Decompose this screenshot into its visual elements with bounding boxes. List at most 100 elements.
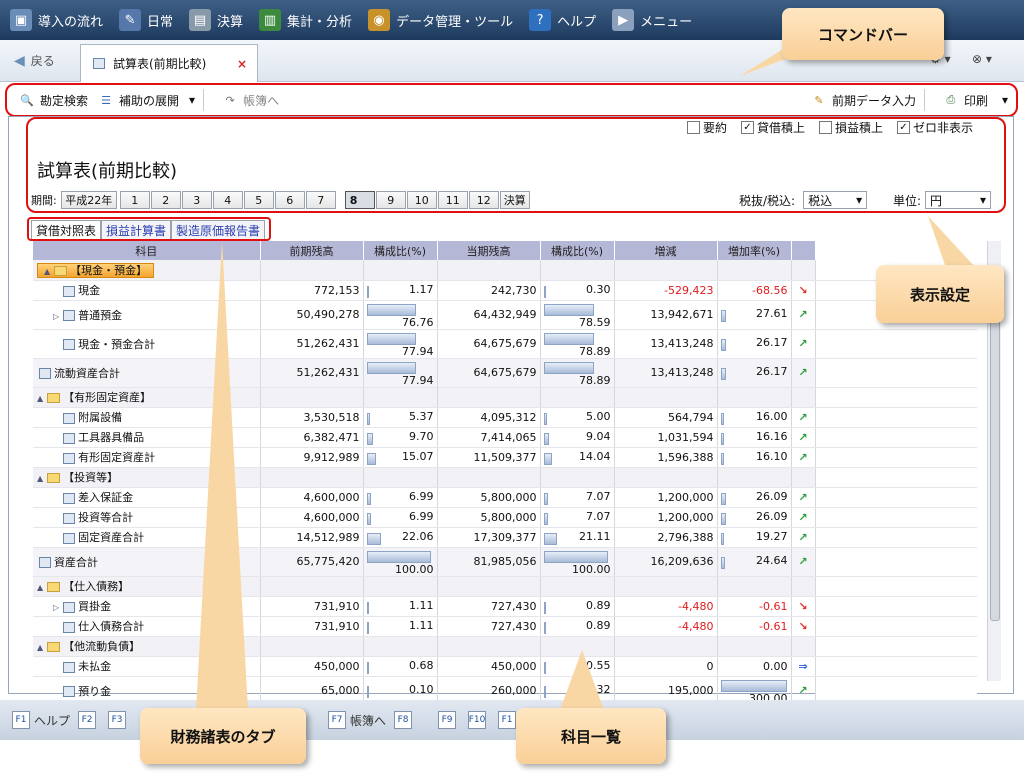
checkbox-icon [686,121,700,134]
ratio-value: 22.06 [402,529,434,543]
table-row[interactable]: ▲差入保証金 4,600,000 6.995,800,000 7.071,200,00… [33,487,977,508]
statement-tab-2[interactable]: 製造原価報告書 [171,220,266,240]
expand-toggle-icon[interactable]: ▲ [37,474,43,483]
table-row[interactable]: ▲有形固定資産計 9,912,989 15.0711,509,377 14.041,5… [33,447,977,468]
table-row[interactable]: ▲ 【仕入債務】 [33,576,977,597]
prev-ratio-cell: 9.70 [363,427,438,448]
period-month-button[interactable]: 12 [468,191,499,209]
ratio-bar [543,661,546,674]
menu-item-1[interactable]: ✎ 日常 [119,0,173,40]
function-key-5[interactable]: F9 [438,711,460,729]
period-month-button[interactable]: 2 [150,191,181,209]
account-name-cell: ▲ 【現金・預金】 [33,260,261,281]
prev-data-input-button[interactable]: ✎ 前期データ入力 [811,92,916,109]
statement-tab-1[interactable]: 損益計算書 [101,220,172,240]
growth-rate-value: 27.61 [756,307,788,320]
period-month-button[interactable]: 7 [305,191,336,209]
table-row[interactable]: ▲ 【投資等】 [33,467,977,488]
table-row[interactable]: ▲ 【有形固定資産】 [33,387,977,408]
option-checkbox-3[interactable]: ✓ ゼロ非表示 [896,119,973,136]
period-selector: 期間: 平成22年 1 2 3 4 5 6 7 8 9 10 11 12 決算 [31,191,531,209]
option-checkbox-0[interactable]: 要約 [686,119,727,136]
menu-item-label: 集計・分析 [287,14,353,30]
menu-item-4[interactable]: ◉ データ管理・ツール [368,0,513,40]
period-month-button[interactable]: 4 [212,191,243,209]
ledger-button[interactable]: ↷ 帳簿へ [222,92,279,109]
scrollbar-thumb[interactable] [990,291,1000,621]
statement-tab-0[interactable]: 貸借対照表 [31,220,102,240]
menu-item-0[interactable]: ▣ 導入の流れ [10,0,103,40]
table-row[interactable]: ▲附属設備 3,530,518 5.374,095,312 5.00564,794 16… [33,407,977,428]
menu-item-label: 決算 [217,14,244,30]
current-balance-cell: 5,800,000 [437,487,541,508]
expand-toggle-icon[interactable]: ▷ [53,312,59,321]
period-month-button[interactable]: 8 [344,191,375,209]
period-month-button[interactable]: 6 [274,191,305,209]
close-icon[interactable]: × [237,57,247,71]
function-key-4[interactable]: F8 [394,711,416,729]
period-month-button[interactable]: 3 [181,191,212,209]
function-key-3[interactable]: F7 帳簿へ [328,711,386,729]
table-row[interactable]: ▷ 普通預金 50,490,278 76.76 64,432,949 78.59 13,94… [33,300,977,330]
table-row[interactable]: ▲現金・預金合計 51,262,431 77.9464,675,679 78.8913… [33,329,977,359]
function-key-6[interactable]: F10 [468,711,490,729]
unit-select[interactable]: 円 ▾ [925,191,992,209]
table-row[interactable]: ▲ 【現金・預金】 [33,260,977,281]
function-key-0[interactable]: F1 ヘルプ [12,711,70,729]
function-key-badge: F8 [394,711,413,729]
current-balance-cell: 5,800,000 [437,507,541,528]
option-checkbox-1[interactable]: ✓ 貸借積上 [740,119,805,136]
tax-label: 税抜/税込: [739,193,796,208]
menu-item-2[interactable]: ▤ 決算 [189,0,243,40]
function-key-2[interactable]: F3 [108,711,130,729]
expand-toggle-icon[interactable]: ▲ [44,267,50,276]
function-key-1[interactable]: F2 [78,711,100,729]
period-month-button[interactable]: 9 [375,191,406,209]
account-name: 流動資産合計 [54,366,120,380]
document-tab[interactable]: 試算表(前期比較) × [80,44,258,82]
table-row[interactable]: ▲固定資産合計 14,512,989 22.0617,309,377 21.112,7… [33,527,977,548]
ratio-bar [366,303,416,316]
tax-select[interactable]: 税込 ▾ [803,191,868,209]
growth-bar [720,310,727,322]
column-header: 増加率(%) [717,241,792,260]
menu-item-6[interactable]: ▶ メニュー [612,0,692,40]
ratio-bar [366,686,369,698]
period-month-button[interactable]: 11 [437,191,468,209]
table-row[interactable]: ▷ 買掛金 731,910 1.11 727,430 0.89 -4,480 -0.61 ↘ [33,596,977,617]
print-button[interactable]: ⎙ 印刷 ▾ [943,92,1008,109]
expand-toggle-icon[interactable]: ▲ [37,583,43,592]
option-label: 要約 [702,121,727,135]
prev-ratio-cell: 1.11 [363,596,438,617]
table-row[interactable]: 流動資産合計 51,262,431 77.94 64,675,679 78.89 13,4… [33,358,977,388]
menu-item-5[interactable]: ? ヘルプ [529,0,596,40]
period-month-button[interactable]: 決算 [499,191,530,209]
difference-cell: 2,796,388 [614,527,718,548]
expand-toggle-icon[interactable]: ▲ [37,394,43,403]
option-checkbox-2[interactable]: 損益積上 [818,119,883,136]
pencil-icon: ✎ [119,9,142,31]
period-month-button[interactable]: 1 [119,191,150,209]
print-label: 印刷 [963,93,988,108]
close-window-dropdown-icon[interactable]: ⊗ ▾ [972,52,992,66]
period-month-button[interactable]: 5 [243,191,274,209]
period-month-button[interactable]: 10 [406,191,437,209]
table-row[interactable]: ▲未払金450,0000.68450,0000.5500.00⇒ [33,656,977,677]
growth-rate-value: 24.64 [756,554,788,567]
expand-subaccount-button[interactable]: ☰ 補助の展開 ▾ [98,92,195,109]
growth-bar [720,532,725,545]
account-search-button[interactable]: 🔍 勘定検索 [19,92,88,109]
table-row[interactable]: ▲現金 772,153 1.17242,730 0.30-529,423 -68.56↘ [33,280,977,301]
expand-toggle-icon[interactable]: ▲ [37,643,43,652]
table-row[interactable]: 資産合計 65,775,420 100.00 81,985,056 100.00 16,2… [33,547,977,577]
menu-item-3[interactable]: ▥ 集計・分析 [259,0,352,40]
back-button[interactable]: ◀ 戻る [14,52,55,69]
expand-toggle-icon[interactable]: ▷ [53,603,59,612]
table-row[interactable]: ▲ 【他流動負債】 [33,636,977,657]
table-row[interactable]: ▲仕入債務合計 731,910 1.11727,430 0.89-4,480 -0.61… [33,616,977,637]
period-year-button[interactable]: 平成22年 [60,191,117,209]
table-row[interactable]: ▲投資等合計 4,600,000 6.995,800,000 7.071,200,00… [33,507,977,528]
table-row[interactable]: ▲工具器具備品 6,382,471 9.707,414,065 9.041,031,5… [33,427,977,448]
statement-tabs: 貸借対照表 損益計算書 製造原価報告書 [31,220,266,240]
total-doc-icon [39,368,51,379]
